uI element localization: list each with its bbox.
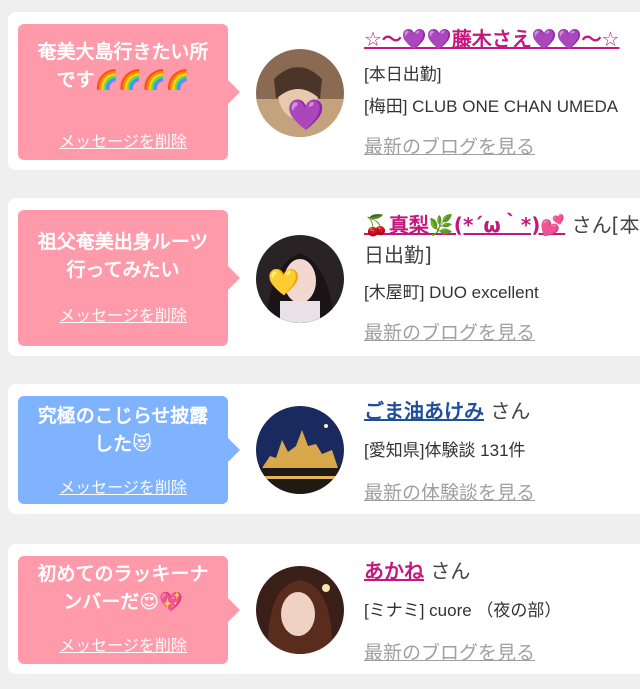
avatar[interactable]: 💜 xyxy=(256,49,344,137)
shop-info: [梅田] CLUB ONE CHAN UMEDA xyxy=(364,97,619,116)
avatar[interactable] xyxy=(256,406,344,494)
delete-message-link[interactable]: メッセージを削除 xyxy=(18,632,228,656)
svg-text:💜: 💜 xyxy=(287,98,325,133)
latest-review-link[interactable]: 最新の体験談を見る xyxy=(364,478,535,505)
delete-message-link[interactable]: メッセージを削除 xyxy=(18,474,228,498)
message-text: 祖父奄美出身ルーツ 行ってみたい xyxy=(37,231,209,281)
name-suffix: さん xyxy=(424,559,471,583)
message-text: 究極のこじらせ披露 した😻 xyxy=(37,405,209,455)
message-bubble: 究極のこじらせ披露 した😻 メッセージを削除 xyxy=(18,396,240,504)
message-bubble: 初めてのラッキーナ ンバーだ😍💖 メッセージを削除 xyxy=(18,556,240,664)
name-suffix: さん xyxy=(484,399,531,423)
notification-card: 究極のこじらせ披露 した😻 メッセージを削除 ごま油あけみ さん [愛知県]体験… xyxy=(8,384,640,514)
review-count: [愛知県]体験談 131件 xyxy=(364,441,526,460)
message-text: 奄美大島行きたい所 です🌈🌈🌈🌈 xyxy=(37,41,209,91)
user-name-line: ごま油あけみ さん xyxy=(364,396,640,426)
avatar[interactable]: 💛 xyxy=(256,235,344,323)
svg-text:💛: 💛 xyxy=(268,268,301,298)
notification-card: 奄美大島行きたい所 です🌈🌈🌈🌈 メッセージを削除 💜 ☆〜💜💜藤木さえ💜💜〜☆… xyxy=(8,12,640,170)
delete-message-link[interactable]: メッセージを削除 xyxy=(18,128,228,152)
avatar[interactable] xyxy=(256,566,344,654)
message-bubble: 奄美大島行きたい所 です🌈🌈🌈🌈 メッセージを削除 xyxy=(18,24,240,160)
user-name-link[interactable]: ごま油あけみ xyxy=(364,399,484,423)
user-name-line: 🍒真梨🌿(*´ω｀*)💕 さん[本日出勤] xyxy=(364,210,640,270)
user-name-link[interactable]: あかね xyxy=(364,559,424,583)
message-bubble: 祖父奄美出身ルーツ 行ってみたい メッセージを削除 xyxy=(18,210,240,346)
shop-info: [ミナミ] cuore （夜の部） xyxy=(364,601,562,620)
user-name-link[interactable]: 🍒真梨🌿(*´ω｀*)💕 xyxy=(364,213,565,237)
latest-blog-link[interactable]: 最新のブログを見る xyxy=(364,132,535,159)
delete-message-link[interactable]: メッセージを削除 xyxy=(18,302,228,326)
user-name-line: あかね さん xyxy=(364,556,640,586)
notification-card: 初めてのラッキーナ ンバーだ😍💖 メッセージを削除 あかね さん [ミナミ] c… xyxy=(8,544,640,674)
notification-card: 祖父奄美出身ルーツ 行ってみたい メッセージを削除 💛 🍒真梨🌿(*´ω｀*)💕… xyxy=(8,198,640,356)
latest-blog-link[interactable]: 最新のブログを見る xyxy=(364,638,535,665)
message-text: 初めてのラッキーナ ンバーだ😍💖 xyxy=(37,563,209,613)
status-text: [本日出勤] xyxy=(364,65,442,84)
latest-blog-link[interactable]: 最新のブログを見る xyxy=(364,318,535,345)
shop-info: [木屋町] DUO excellent xyxy=(364,283,539,302)
user-name-line: ☆〜💜💜藤木さえ💜💜〜☆ xyxy=(364,24,640,54)
user-name-link[interactable]: ☆〜💜💜藤木さえ💜💜〜☆ xyxy=(364,27,619,51)
